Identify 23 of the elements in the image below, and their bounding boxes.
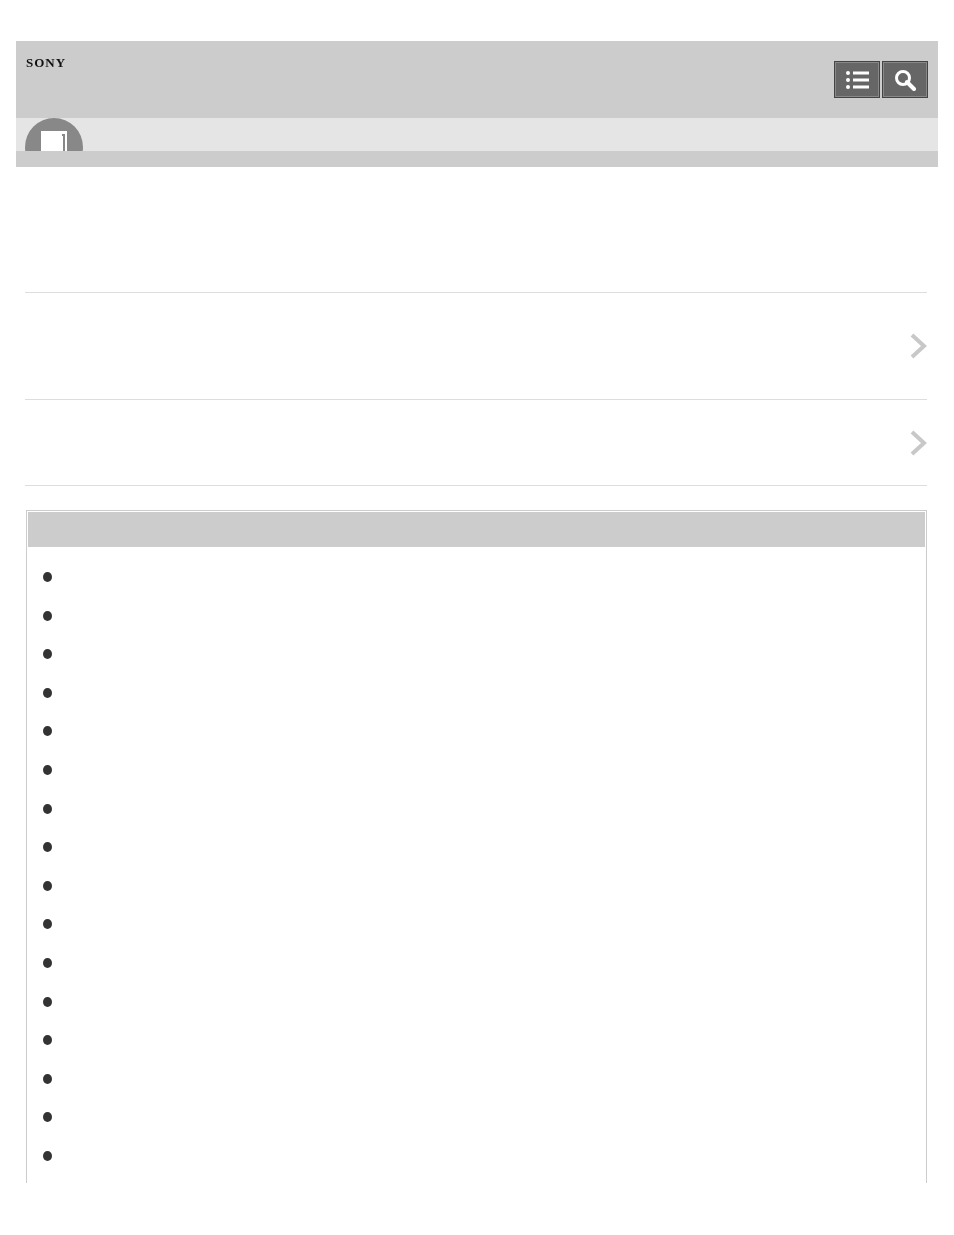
bullet-dot bbox=[43, 1112, 52, 1123]
bullet-dot bbox=[43, 687, 52, 698]
search-button[interactable] bbox=[882, 61, 928, 98]
bullet-dot bbox=[43, 764, 52, 775]
list-icon bbox=[845, 69, 869, 90]
chevron-right-icon bbox=[909, 332, 927, 360]
bullet-dot bbox=[43, 1073, 52, 1084]
brand-logo: SONY bbox=[26, 55, 67, 71]
bullet-dot bbox=[43, 880, 52, 891]
bullet-dot bbox=[43, 842, 52, 853]
bullet-dot bbox=[43, 1150, 52, 1161]
search-icon bbox=[894, 68, 916, 91]
bullet-dot bbox=[43, 610, 52, 621]
bullet-dot bbox=[43, 649, 52, 660]
bullet-dot bbox=[43, 572, 52, 582]
bullet-dot bbox=[43, 996, 52, 1007]
menu-button[interactable] bbox=[834, 61, 880, 98]
bullet-dot bbox=[43, 726, 52, 737]
bullet-dot bbox=[43, 957, 52, 968]
chevron-right-icon bbox=[909, 428, 927, 457]
bullet-dot bbox=[43, 803, 52, 814]
bullet-dot bbox=[43, 1035, 52, 1046]
bullet-dot bbox=[43, 919, 52, 930]
